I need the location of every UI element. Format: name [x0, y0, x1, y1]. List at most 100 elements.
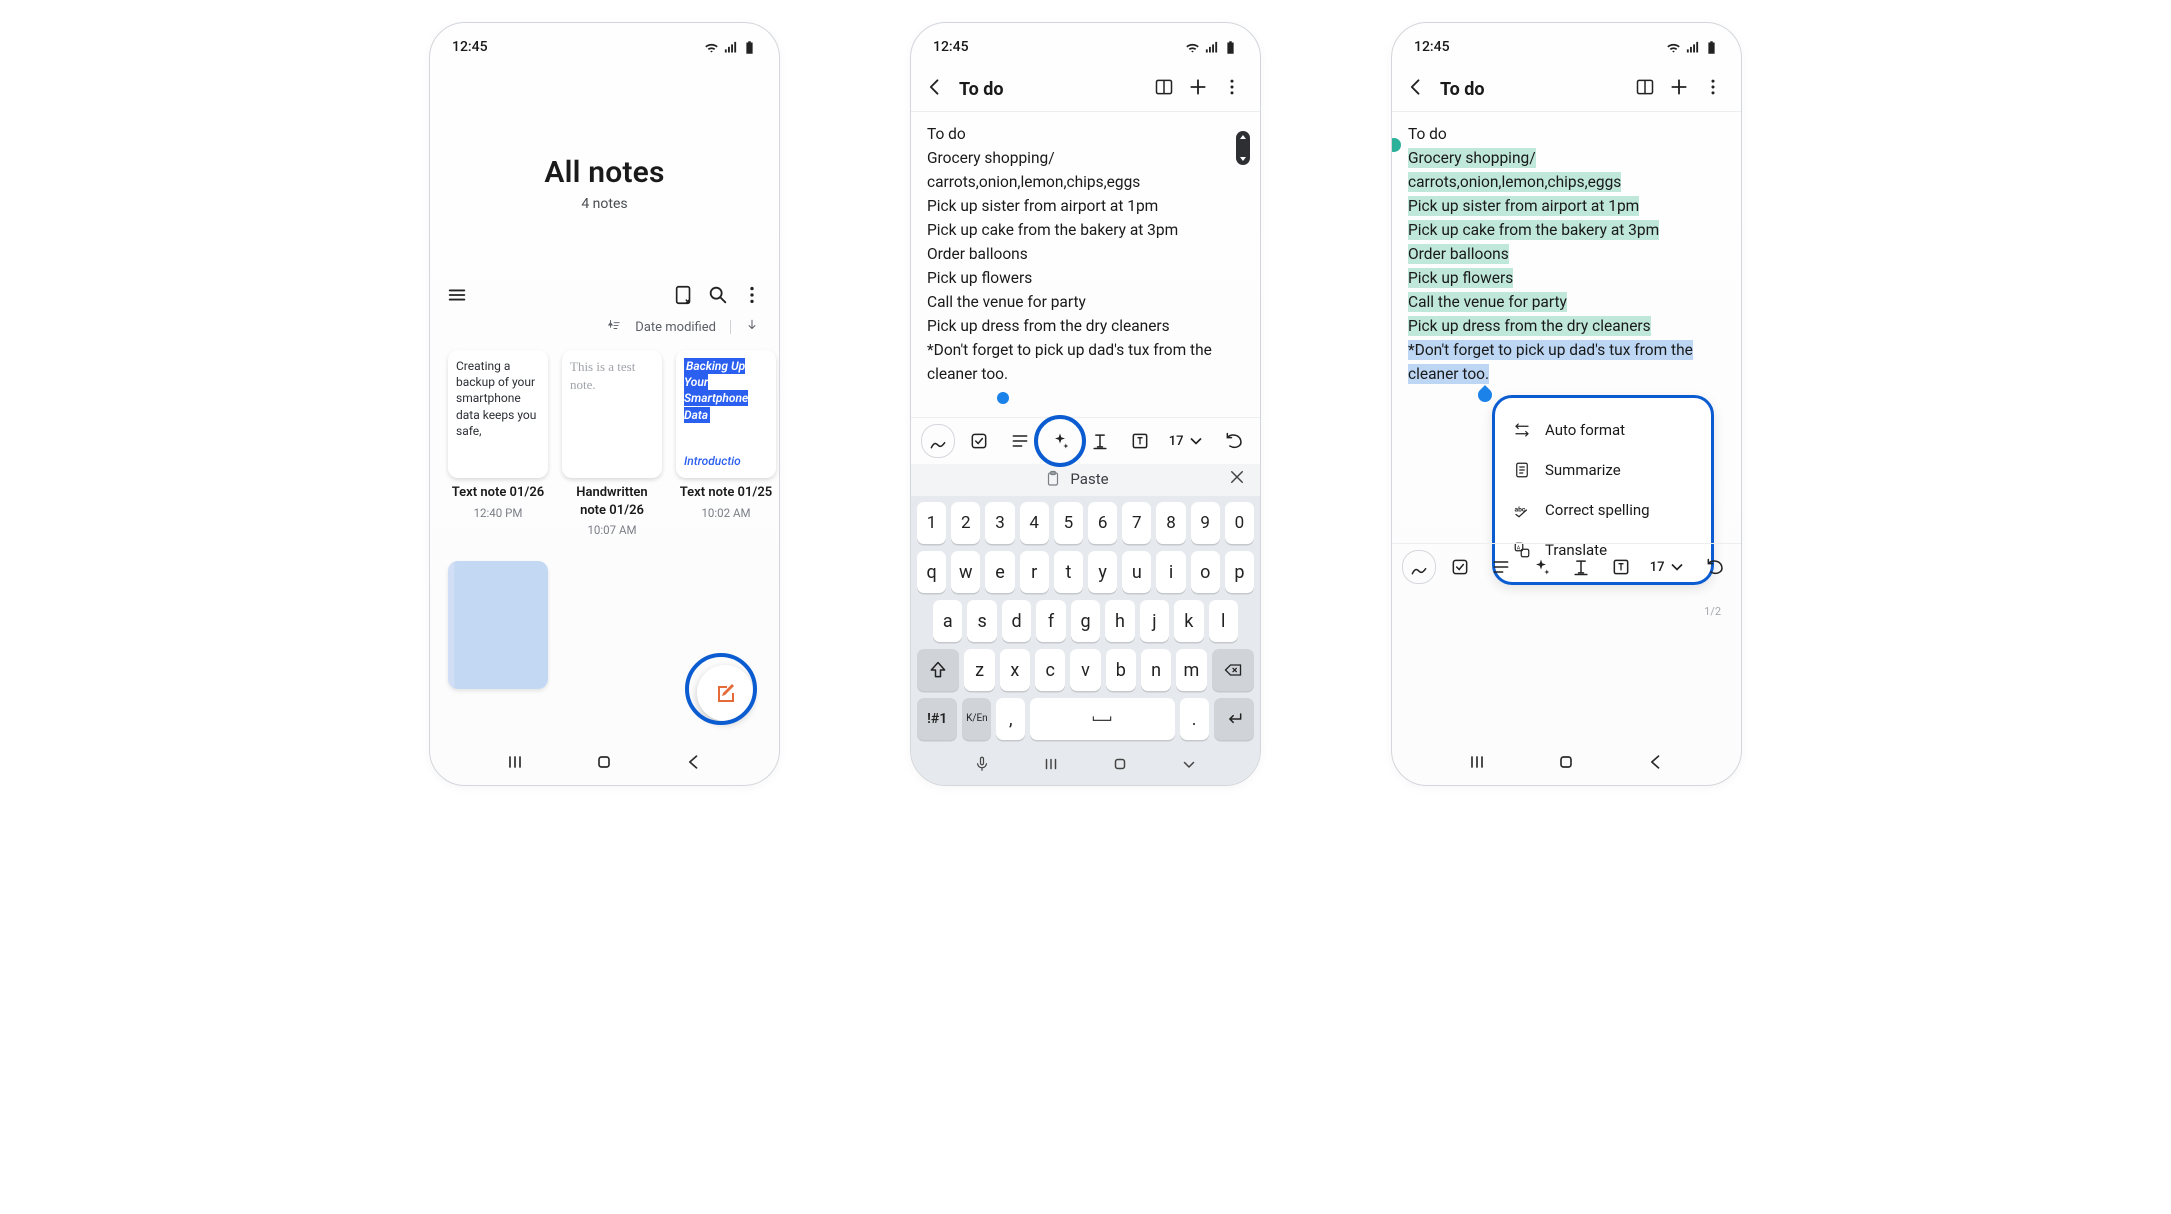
text-cursor-handle[interactable]	[997, 392, 1009, 404]
keyboard-hide-icon[interactable]	[1180, 755, 1198, 777]
recents-button[interactable]	[1042, 755, 1060, 777]
add-page-icon[interactable]	[1669, 77, 1689, 101]
note-text-area[interactable]: To do Grocery shopping/ carrots,onion,le…	[911, 112, 1260, 390]
key[interactable]: h	[1105, 600, 1134, 642]
key[interactable]: v	[1070, 649, 1100, 691]
key[interactable]: e	[985, 551, 1014, 593]
hamburger-menu-icon[interactable]	[446, 284, 468, 306]
more-icon[interactable]	[1222, 77, 1242, 101]
reading-mode-icon[interactable]	[1635, 77, 1655, 101]
key[interactable]: y	[1088, 551, 1117, 593]
new-note-fab[interactable]	[697, 665, 753, 721]
key[interactable]: j	[1140, 600, 1169, 642]
symbols-key[interactable]: !#1	[917, 698, 957, 740]
back-button[interactable]	[674, 750, 714, 774]
key[interactable]: 9	[1191, 502, 1220, 544]
selection-start-handle[interactable]	[1391, 135, 1404, 155]
home-button[interactable]	[584, 750, 624, 774]
ai-assist-icon[interactable]	[1044, 425, 1076, 457]
checkbox-icon[interactable]	[1444, 551, 1476, 583]
key[interactable]: s	[967, 600, 996, 642]
key[interactable]: d	[1002, 600, 1031, 642]
font-size-selector[interactable]: 17	[1646, 551, 1691, 583]
key[interactable]: 5	[1054, 502, 1083, 544]
add-page-icon[interactable]	[1188, 77, 1208, 101]
back-icon[interactable]	[1406, 77, 1426, 101]
back-icon[interactable]	[925, 77, 945, 101]
more-icon[interactable]	[1703, 77, 1723, 101]
note-card-blank[interactable]	[448, 561, 548, 689]
ai-assist-icon[interactable]	[1525, 551, 1557, 583]
undo-icon[interactable]	[1218, 425, 1250, 457]
key[interactable]: i	[1156, 551, 1185, 593]
checkbox-icon[interactable]	[963, 425, 995, 457]
key[interactable]: x	[1000, 649, 1030, 691]
space-key[interactable]	[1030, 698, 1174, 740]
paste-button[interactable]: Paste	[925, 470, 1228, 488]
home-button[interactable]	[1546, 750, 1586, 774]
close-icon[interactable]	[1228, 468, 1246, 490]
undo-icon[interactable]	[1699, 551, 1731, 583]
sort-icon[interactable]	[607, 318, 621, 336]
handwriting-mode-icon[interactable]	[921, 424, 955, 458]
key[interactable]: 7	[1122, 502, 1151, 544]
text-block-icon[interactable]	[1124, 425, 1156, 457]
text-format-icon[interactable]	[1004, 425, 1036, 457]
note-card[interactable]: Creating a backup of your smartphone dat…	[448, 350, 548, 537]
selection-end-handle[interactable]	[1475, 385, 1495, 405]
key[interactable]: 6	[1088, 502, 1117, 544]
key[interactable]: r	[1020, 551, 1049, 593]
comma-key[interactable]: ,	[996, 698, 1025, 740]
text-style-icon[interactable]	[1084, 425, 1116, 457]
sort-label[interactable]: Date modified	[635, 320, 716, 335]
key[interactable]: z	[964, 649, 994, 691]
key[interactable]: 8	[1156, 502, 1185, 544]
import-pdf-icon[interactable]	[673, 284, 695, 306]
scroll-handle[interactable]	[1236, 131, 1250, 165]
key[interactable]: f	[1036, 600, 1065, 642]
reading-mode-icon[interactable]	[1154, 77, 1174, 101]
key[interactable]: n	[1141, 649, 1171, 691]
key[interactable]: k	[1174, 600, 1203, 642]
recents-button[interactable]	[1457, 750, 1497, 774]
recents-button[interactable]	[495, 750, 535, 774]
text-block-icon[interactable]	[1605, 551, 1637, 583]
key[interactable]: q	[917, 551, 946, 593]
text-style-icon[interactable]	[1565, 551, 1597, 583]
key[interactable]: p	[1225, 551, 1254, 593]
voice-input-icon[interactable]	[973, 755, 991, 777]
key[interactable]: 3	[985, 502, 1014, 544]
language-key[interactable]: K/En	[962, 698, 991, 740]
note-card[interactable]: Backing Up Your Smartphone Data Introduc…	[676, 350, 776, 537]
key[interactable]: a	[933, 600, 962, 642]
font-size-selector[interactable]: 17	[1165, 425, 1210, 457]
note-card[interactable]: This is a test note. Handwritten note 01…	[562, 350, 662, 537]
key[interactable]: g	[1071, 600, 1100, 642]
handwriting-mode-icon[interactable]	[1402, 550, 1436, 584]
key[interactable]: m	[1176, 649, 1206, 691]
ai-summarize[interactable]: Summarize	[1505, 450, 1701, 490]
key[interactable]: 1	[917, 502, 946, 544]
period-key[interactable]: .	[1180, 698, 1209, 740]
text-format-icon[interactable]	[1485, 551, 1517, 583]
key[interactable]: o	[1191, 551, 1220, 593]
search-icon[interactable]	[707, 284, 729, 306]
key[interactable]: 4	[1020, 502, 1049, 544]
key[interactable]: 0	[1225, 502, 1254, 544]
key[interactable]: c	[1035, 649, 1065, 691]
key[interactable]: w	[951, 551, 980, 593]
ai-auto-format[interactable]: Auto format	[1505, 410, 1701, 450]
sort-direction-icon[interactable]	[745, 318, 759, 336]
home-button[interactable]	[1111, 755, 1129, 777]
key[interactable]: b	[1106, 649, 1136, 691]
backspace-key[interactable]	[1212, 649, 1254, 691]
more-icon[interactable]	[741, 284, 763, 306]
enter-key[interactable]	[1214, 698, 1254, 740]
shift-key[interactable]	[917, 649, 959, 691]
key[interactable]: l	[1209, 600, 1238, 642]
key[interactable]: 2	[951, 502, 980, 544]
note-text-area[interactable]: To do Grocery shopping/ carrots,onion,le…	[1392, 112, 1741, 390]
key[interactable]: u	[1122, 551, 1151, 593]
ai-correct-spelling[interactable]: abc Correct spelling	[1505, 490, 1701, 530]
back-button[interactable]	[1636, 750, 1676, 774]
